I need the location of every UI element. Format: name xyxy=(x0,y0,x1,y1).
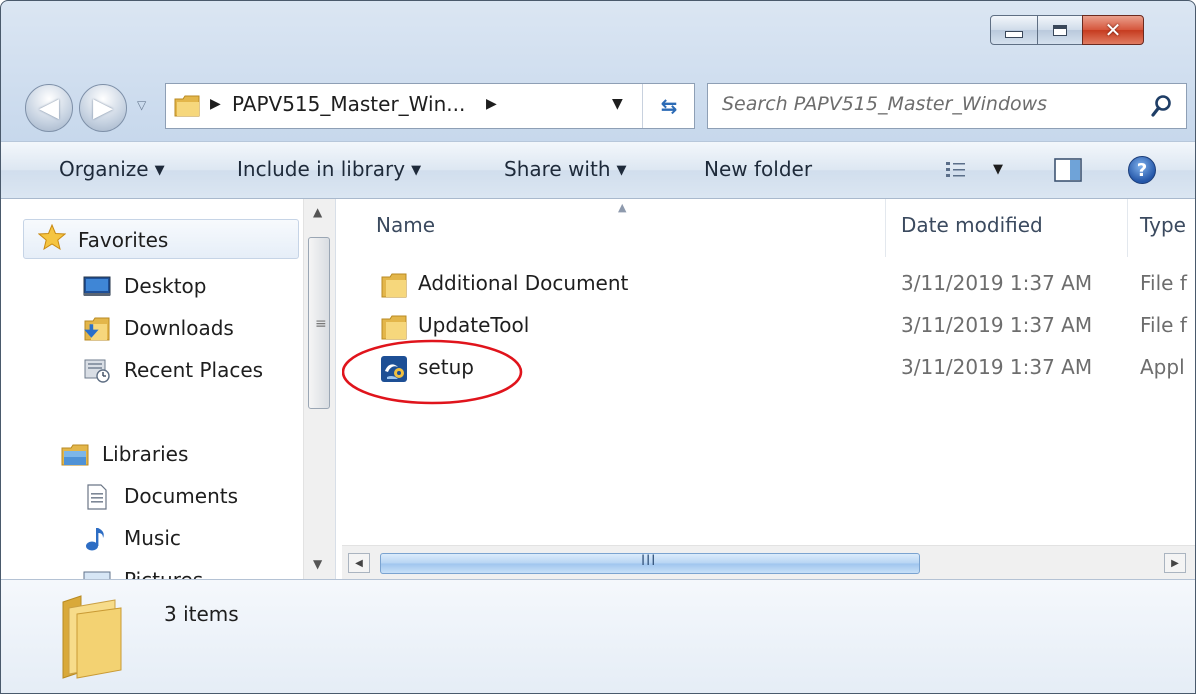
sidebar-item-label: Desktop xyxy=(124,274,207,298)
file-date-modified: 3/11/2019 1:37 AM xyxy=(901,271,1093,295)
new-folder-button[interactable]: New folder xyxy=(704,157,812,181)
column-header-type[interactable]: Type xyxy=(1140,213,1186,237)
downloads-folder-icon xyxy=(84,317,110,341)
breadcrumb-separator-icon[interactable]: ▶ xyxy=(486,96,497,112)
navigation-pane-scrollbar[interactable]: ▲ ≡ ▼ xyxy=(303,199,336,579)
file-name: Additional Document xyxy=(418,271,629,295)
sidebar-item-downloads[interactable]: Downloads xyxy=(1,311,301,349)
command-bar: Organize ▼ Include in library ▼ Share with… xyxy=(1,141,1195,199)
file-date-modified: 3/11/2019 1:37 AM xyxy=(901,313,1093,337)
organize-label: Organize xyxy=(59,157,149,181)
star-icon xyxy=(38,224,66,250)
sidebar-item-favorites[interactable]: Favorites xyxy=(23,219,299,259)
file-type: File f xyxy=(1140,313,1187,337)
maximize-button[interactable] xyxy=(1037,15,1083,45)
scroll-down-arrow-icon[interactable]: ▼ xyxy=(313,557,322,571)
libraries-icon xyxy=(61,444,89,466)
column-divider[interactable] xyxy=(885,199,886,257)
forward-button[interactable]: ▶ xyxy=(79,84,127,132)
sidebar-item-label: Downloads xyxy=(124,316,234,340)
folder-icon xyxy=(174,95,200,117)
scroll-thumb[interactable]: III xyxy=(380,553,920,574)
sidebar-item-label: Favorites xyxy=(78,228,169,252)
include-in-library-menu[interactable]: Include in library ▼ xyxy=(237,157,421,181)
sidebar-item-pictures[interactable]: Pictures xyxy=(1,563,301,579)
column-divider[interactable] xyxy=(1127,199,1128,257)
sidebar-item-documents[interactable]: Documents xyxy=(1,479,301,517)
breadcrumb-current-folder[interactable]: PAPV515_Master_Win... xyxy=(232,92,465,116)
pictures-icon xyxy=(83,571,111,579)
sidebar-item-label: Pictures xyxy=(124,568,203,579)
sidebar-item-label: Music xyxy=(124,526,181,550)
file-date-modified: 3/11/2019 1:37 AM xyxy=(901,355,1093,379)
scroll-left-arrow-icon[interactable]: ◀ xyxy=(348,553,370,573)
organize-menu[interactable]: Organize ▼ xyxy=(59,157,165,181)
sidebar-item-recent-places[interactable]: Recent Places xyxy=(1,353,301,391)
close-icon: ✕ xyxy=(1104,18,1122,42)
chevron-down-icon: ▼ xyxy=(616,163,627,178)
navigation-pane[interactable]: Favorites Desktop Downloads Recent Place… xyxy=(1,199,303,579)
share-with-label: Share with xyxy=(504,157,611,181)
file-type: Appl xyxy=(1140,355,1185,379)
include-in-library-label: Include in library xyxy=(237,157,406,181)
column-header-date-modified[interactable]: Date modified xyxy=(901,213,1043,237)
details-pane: 3 items xyxy=(1,579,1195,693)
item-count: 3 items xyxy=(164,602,239,626)
column-header-name[interactable]: Name xyxy=(376,213,435,237)
explorer-window: ✕ ◀ ▶ ▽ ▶ PAPV515_Master_Win... ▶ ▼ ⇆ Se… xyxy=(0,0,1196,694)
recent-places-icon xyxy=(84,359,110,383)
search-placeholder: Search PAPV515_Master_Windows xyxy=(722,93,1048,115)
address-history-dropdown-icon[interactable]: ▼ xyxy=(612,96,623,112)
change-view-icon[interactable] xyxy=(945,160,967,180)
preview-pane-icon[interactable] xyxy=(1054,158,1082,182)
chevron-down-icon: ▼ xyxy=(411,163,422,178)
refresh-icon: ⇆ xyxy=(660,94,678,118)
refresh-button[interactable]: ⇆ xyxy=(642,84,695,128)
main-area: Favorites Desktop Downloads Recent Place… xyxy=(1,199,1195,580)
share-with-menu[interactable]: Share with ▼ xyxy=(504,157,627,181)
file-list-pane[interactable]: ▲ Name Date modified Type Additional Doc… xyxy=(342,199,1195,545)
back-button[interactable]: ◀ xyxy=(25,84,73,132)
desktop-icon xyxy=(83,276,111,296)
title-bar: ✕ xyxy=(1,1,1195,61)
forward-arrow-icon: ▶ xyxy=(93,93,113,123)
red-highlight-ellipse xyxy=(342,339,523,405)
sidebar-item-label: Libraries xyxy=(102,442,189,466)
horizontal-scrollbar[interactable]: ◀ III ▶ xyxy=(342,545,1195,580)
breadcrumb-separator-icon[interactable]: ▶ xyxy=(210,96,221,112)
sidebar-item-label: Recent Places xyxy=(124,358,264,382)
large-folder-icon xyxy=(62,595,122,679)
back-arrow-icon: ◀ xyxy=(39,93,59,123)
sort-ascending-icon: ▲ xyxy=(618,201,627,214)
music-note-icon xyxy=(86,528,104,551)
file-row[interactable]: Additional Document 3/11/2019 1:37 AM Fi… xyxy=(342,265,1195,305)
maximize-icon xyxy=(1038,16,1082,44)
search-box[interactable]: Search PAPV515_Master_Windows xyxy=(707,83,1187,129)
scroll-up-arrow-icon[interactable]: ▲ xyxy=(313,205,322,219)
grip-icon: ≡ xyxy=(315,316,327,332)
help-button[interactable]: ? xyxy=(1128,156,1156,184)
search-icon[interactable] xyxy=(1150,93,1174,119)
views-dropdown-icon[interactable]: ▼ xyxy=(993,162,1003,177)
minimize-icon xyxy=(991,16,1037,44)
address-bar[interactable]: ▶ PAPV515_Master_Win... ▶ ▼ ⇆ xyxy=(165,83,695,129)
file-type: File f xyxy=(1140,271,1187,295)
sidebar-item-label: Documents xyxy=(124,484,239,508)
minimize-button[interactable] xyxy=(990,15,1038,45)
sidebar-item-libraries[interactable]: Libraries xyxy=(1,437,301,475)
sidebar-item-desktop[interactable]: Desktop xyxy=(1,269,301,307)
pane-splitter[interactable] xyxy=(335,199,342,579)
recent-locations-dropdown-icon[interactable]: ▽ xyxy=(137,98,149,112)
close-button[interactable]: ✕ xyxy=(1082,15,1144,45)
grip-icon: III xyxy=(641,553,657,569)
documents-icon xyxy=(87,484,107,510)
file-name: UpdateTool xyxy=(418,313,530,337)
folder-icon xyxy=(381,273,407,298)
scroll-right-arrow-icon[interactable]: ▶ xyxy=(1164,553,1186,573)
scroll-thumb[interactable]: ≡ xyxy=(308,237,330,409)
sidebar-item-music[interactable]: Music xyxy=(1,521,301,559)
chevron-down-icon: ▼ xyxy=(154,163,165,178)
